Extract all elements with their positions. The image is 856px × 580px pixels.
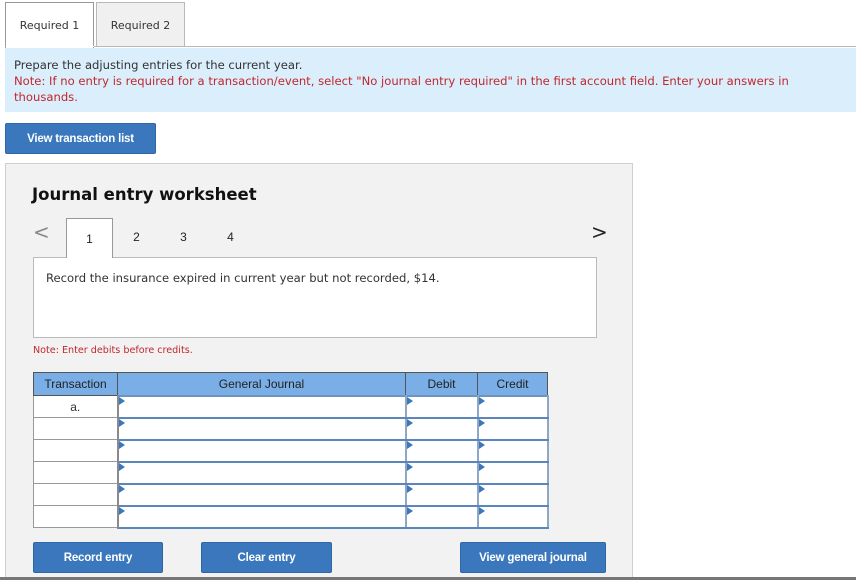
credit-input[interactable] — [476, 504, 549, 529]
account-input[interactable] — [116, 482, 407, 507]
transaction-cell — [33, 417, 119, 440]
debit-input[interactable] — [404, 394, 479, 419]
debit-input[interactable] — [404, 504, 479, 529]
header-credit: Credit — [477, 372, 548, 396]
transaction-cell — [33, 505, 119, 528]
credit-input[interactable] — [476, 416, 549, 441]
tab-divider — [5, 46, 856, 47]
header-general-journal: General Journal — [117, 372, 406, 396]
header-debit: Debit — [405, 372, 478, 396]
debit-input[interactable] — [404, 438, 479, 463]
transaction-description: Record the insurance expired in current … — [33, 257, 597, 338]
journal-entry-worksheet: Journal entry worksheet < 1 2 3 4 > Reco… — [5, 163, 633, 580]
credit-input[interactable] — [476, 460, 549, 485]
table-row — [33, 482, 549, 507]
view-transaction-list-button[interactable]: View transaction list — [5, 123, 156, 154]
step-tab-3[interactable]: 3 — [160, 218, 207, 256]
transaction-cell — [33, 461, 119, 484]
header-transaction: Transaction — [33, 372, 118, 396]
table-row — [33, 504, 549, 529]
transaction-cell — [33, 483, 119, 506]
transaction-description-text: Record the insurance expired in current … — [46, 271, 440, 285]
account-input[interactable] — [116, 394, 407, 419]
requirement-tabs: Required 1 Required 2 — [5, 2, 185, 48]
tab-required-1[interactable]: Required 1 — [5, 2, 94, 48]
instructions-panel: Prepare the adjusting entries for the cu… — [5, 48, 856, 112]
clear-entry-button[interactable]: Clear entry — [201, 542, 332, 573]
tab-required-2[interactable]: Required 2 — [96, 2, 185, 47]
instructions-text: Prepare the adjusting entries for the cu… — [14, 58, 303, 72]
chevron-left-icon[interactable]: < — [33, 220, 50, 244]
tab-divider-gap — [6, 46, 94, 47]
credit-input[interactable] — [476, 438, 549, 463]
debit-input[interactable] — [404, 482, 479, 507]
step-tab-1[interactable]: 1 — [66, 218, 113, 258]
debit-input[interactable] — [404, 460, 479, 485]
journal-table: Transaction General Journal Debit Credit… — [33, 372, 549, 529]
worksheet-step-tabs: 1 2 3 4 — [66, 218, 254, 258]
table-row — [33, 438, 549, 463]
credit-input[interactable] — [476, 394, 549, 419]
credit-input[interactable] — [476, 482, 549, 507]
record-entry-button[interactable]: Record entry — [33, 542, 163, 573]
instructions-note: Note: If no entry is required for a tran… — [14, 74, 789, 104]
transaction-cell — [33, 439, 119, 462]
journal-table-header: Transaction General Journal Debit Credit — [33, 372, 548, 396]
table-row — [33, 416, 549, 441]
debit-input[interactable] — [404, 416, 479, 441]
chevron-right-icon[interactable]: > — [591, 220, 608, 244]
table-row — [33, 460, 549, 485]
account-input[interactable] — [116, 504, 407, 529]
table-row: a. — [33, 394, 549, 419]
view-general-journal-button[interactable]: View general journal — [460, 542, 606, 573]
transaction-cell: a. — [33, 395, 119, 418]
step-tab-4[interactable]: 4 — [207, 218, 254, 256]
step-tab-2[interactable]: 2 — [113, 218, 160, 256]
worksheet-title: Journal entry worksheet — [32, 185, 257, 204]
account-input[interactable] — [116, 416, 407, 441]
account-input[interactable] — [116, 460, 407, 485]
debit-credit-note: Note: Enter debits before credits. — [33, 345, 193, 356]
account-input[interactable] — [116, 438, 407, 463]
